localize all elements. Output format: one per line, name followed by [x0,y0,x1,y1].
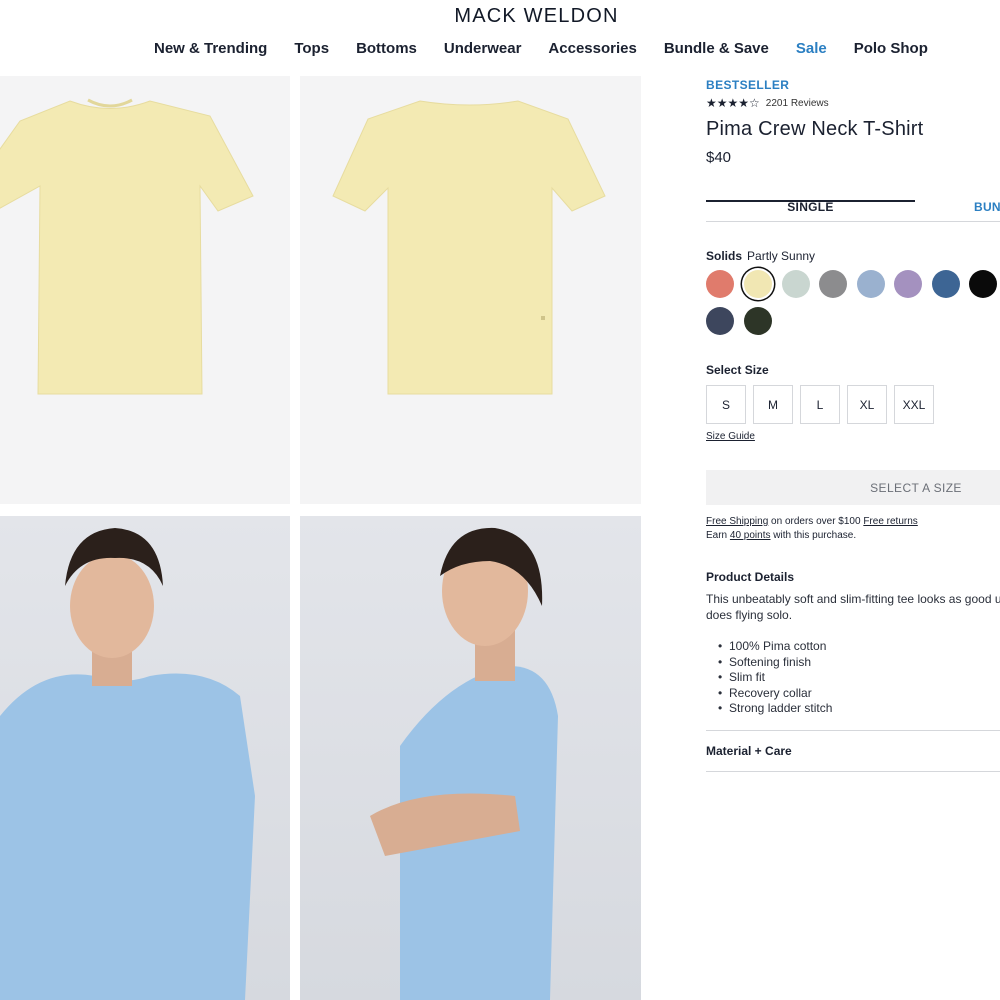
swatch-coral[interactable] [706,270,734,298]
size-m[interactable]: M [753,385,793,424]
main-nav: New & Trending Tops Bottoms Underwear Ac… [154,40,955,57]
tshirt-front-illustration [0,98,254,395]
swatch-navy[interactable] [706,307,734,335]
product-price: $40 [706,149,732,166]
size-guide-link[interactable]: Size Guide [706,431,755,442]
tab-active-indicator [706,200,915,202]
brand-logo[interactable]: MACK WELDON [0,5,1000,28]
model-photo-front[interactable] [0,516,290,1000]
star-icon: ★★★★☆ [706,96,760,110]
free-returns-link[interactable]: Free returns [863,516,917,527]
divider [706,730,1000,731]
size-label: Select Size [706,363,769,377]
shipping-info: Free Shipping on orders over $100 Free r… [706,515,918,543]
rating-row[interactable]: ★★★★☆ 2201 Reviews [706,96,1000,110]
divider [706,771,1000,772]
nav-underwear[interactable]: Underwear [444,40,522,57]
points-link[interactable]: 40 points [730,530,771,541]
product-details-text: This unbeatably soft and slim-fitting te… [706,592,1000,622]
swatch-mint[interactable] [782,270,810,298]
nav-bundle-save[interactable]: Bundle & Save [664,40,769,57]
size-options: S M L XL XXL [706,385,941,424]
color-label: Solids Partly Sunny [706,249,816,263]
product-info-panel: BESTSELLER ★★★★☆ 2201 Reviews Pima Crew … [706,78,1000,772]
nav-accessories[interactable]: Accessories [548,40,636,57]
product-image-front[interactable] [0,76,290,504]
nav-bottoms[interactable]: Bottoms [356,40,417,57]
swatch-light-blue[interactable] [857,270,885,298]
tab-single[interactable]: SINGLE [706,200,915,214]
swatch-lavender[interactable] [894,270,922,298]
nav-new-trending[interactable]: New & Trending [154,40,267,57]
swatch-black[interactable] [969,270,997,298]
earn-text: Earn [706,530,730,541]
tab-bundle[interactable]: BUN [974,200,1000,214]
swatch-blue[interactable] [932,270,960,298]
model-photo-side[interactable] [300,516,641,1000]
size-l[interactable]: L [800,385,840,424]
swatch-partly-sunny[interactable] [744,270,772,298]
earn-suffix: with this purchase. [770,530,857,541]
selected-color-name: Partly Sunny [747,249,816,263]
feature-item: 100% Pima cotton [718,639,832,655]
product-image-back[interactable] [300,76,641,504]
product-details-heading: Product Details [706,570,795,584]
feature-list: 100% Pima cotton Softening finish Slim f… [718,639,832,717]
add-to-cart-button[interactable]: SELECT A SIZE [706,470,1000,505]
swatch-grey[interactable] [819,270,847,298]
size-s[interactable]: S [706,385,746,424]
free-shipping-link[interactable]: Free Shipping [706,516,768,527]
feature-item: Softening finish [718,655,832,671]
feature-item: Slim fit [718,670,832,686]
model-side-illustration [370,527,558,1000]
tshirt-back-illustration [332,100,606,395]
size-xl[interactable]: XL [847,385,887,424]
swatch-olive[interactable] [744,307,772,335]
purchase-tabs: SINGLE BUN [706,198,1000,222]
nav-tops[interactable]: Tops [294,40,329,57]
reviews-count[interactable]: 2201 Reviews [766,98,829,109]
feature-item: Strong ladder stitch [718,701,832,717]
size-xxl[interactable]: XXL [894,385,934,424]
nav-polo-shop[interactable]: Polo Shop [854,40,928,57]
bestseller-badge: BESTSELLER [706,78,790,92]
shipping-text: on orders over $100 [768,516,864,527]
feature-item: Recovery collar [718,686,832,702]
material-care-accordion[interactable]: Material + Care [706,744,792,758]
nav-sale[interactable]: Sale [796,40,827,57]
model-front-illustration [0,528,255,1000]
product-title: Pima Crew Neck T-Shirt [706,118,924,140]
